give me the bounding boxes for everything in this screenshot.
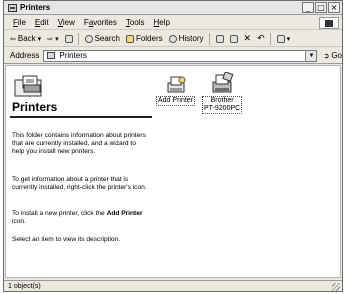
status-text: 1 object(s) <box>8 283 41 290</box>
folder-description: This folder contains information about p… <box>12 132 146 156</box>
toolbar-separator <box>208 32 210 45</box>
windows-logo-icon <box>319 17 339 29</box>
address-input[interactable]: Printers ▼ <box>43 49 318 62</box>
add-printer-link[interactable]: Add Printer <box>107 210 143 217</box>
copy-to-icon <box>229 34 238 43</box>
move-to-icon <box>215 34 224 43</box>
select-item-text: Select an item to view its description. <box>12 236 121 243</box>
views-icon <box>276 34 285 43</box>
folder-header: Printers <box>10 70 152 118</box>
folders-button[interactable]: Folders <box>125 34 163 43</box>
toolbar: ⇦ Back ▾ ⇨ ▾ Search Folders History ✕ ↶ <box>4 31 342 47</box>
title-bar[interactable]: Printers _ □ × <box>4 1 342 15</box>
move-to-button[interactable] <box>215 34 224 43</box>
add-printer-item[interactable]: Add Printer <box>156 74 196 106</box>
search-button[interactable]: Search <box>84 34 120 43</box>
install-printer-text: To install a new printer, click the Add … <box>12 210 143 226</box>
menu-view[interactable]: View <box>58 18 75 27</box>
go-button[interactable]: ➲ Go <box>323 51 342 60</box>
add-printer-label: Add Printer <box>156 96 196 106</box>
menu-tools[interactable]: Tools <box>126 18 145 27</box>
search-icon <box>84 34 93 43</box>
address-value: Printers <box>59 51 87 60</box>
chevron-down-icon: ▾ <box>55 34 59 43</box>
undo-button[interactable]: ↶ <box>257 34 265 44</box>
menu-help[interactable]: Help <box>154 18 170 27</box>
printer-item-brother[interactable]: Brother PT-9200PC <box>202 72 243 114</box>
close-button[interactable]: × <box>328 2 340 13</box>
menu-favorites[interactable]: Favorites <box>84 18 117 27</box>
copy-to-button[interactable] <box>229 34 238 43</box>
printers-window: Printers _ □ × File Edit View Favorites … <box>3 0 343 292</box>
menu-edit[interactable]: Edit <box>35 18 49 27</box>
maximize-button[interactable]: □ <box>315 2 327 13</box>
menu-file[interactable]: File <box>13 18 26 27</box>
menu-bar: File Edit View Favorites Tools Help <box>4 16 342 30</box>
folder-title: Printers <box>12 100 58 114</box>
address-dropdown-button[interactable]: ▼ <box>305 50 317 61</box>
printers-folder-icon <box>47 52 56 59</box>
delete-button[interactable]: ✕ <box>244 34 252 44</box>
folders-icon <box>125 34 134 43</box>
history-button[interactable]: History <box>168 34 204 43</box>
chevron-down-icon: ▾ <box>37 34 42 43</box>
window-printer-icon <box>8 3 17 12</box>
resize-grip-icon[interactable] <box>332 283 340 291</box>
chevron-down-icon: ▾ <box>286 34 291 43</box>
back-button[interactable]: ⇦ Back ▾ <box>10 34 41 43</box>
address-bar: Address Printers ▼ ➲ Go <box>4 48 342 64</box>
status-bar: 1 object(s) <box>4 280 342 292</box>
web-view-pane: Printers This folder contains informatio… <box>6 66 156 277</box>
delete-icon: ✕ <box>243 33 252 44</box>
forward-arrow-icon: ⇨ <box>47 34 54 43</box>
up-folder-icon <box>64 34 73 43</box>
add-printer-icon <box>167 76 186 93</box>
printers-folder-large-icon <box>14 75 42 97</box>
get-info-text: To get information about a printer that … <box>12 176 147 192</box>
window-title: Printers <box>20 3 51 12</box>
up-folder-button[interactable] <box>64 34 73 43</box>
undo-icon: ↶ <box>257 33 265 44</box>
printer-icon <box>212 72 234 93</box>
minimize-button[interactable]: _ <box>302 2 314 13</box>
folder-view: Printers This folder contains informatio… <box>5 65 341 278</box>
views-button[interactable]: ▾ <box>276 34 291 43</box>
toolbar-separator <box>269 32 271 45</box>
go-arrow-icon: ➲ <box>323 51 330 60</box>
address-label: Address <box>10 51 40 60</box>
window-controls: _ □ × <box>302 2 340 13</box>
brother-printer-label: Brother PT-9200PC <box>202 96 243 114</box>
history-icon <box>168 34 177 43</box>
back-arrow-icon: ⇦ <box>10 34 16 43</box>
forward-button[interactable]: ⇨ ▾ <box>47 35 58 43</box>
toolbar-separator <box>77 32 79 45</box>
